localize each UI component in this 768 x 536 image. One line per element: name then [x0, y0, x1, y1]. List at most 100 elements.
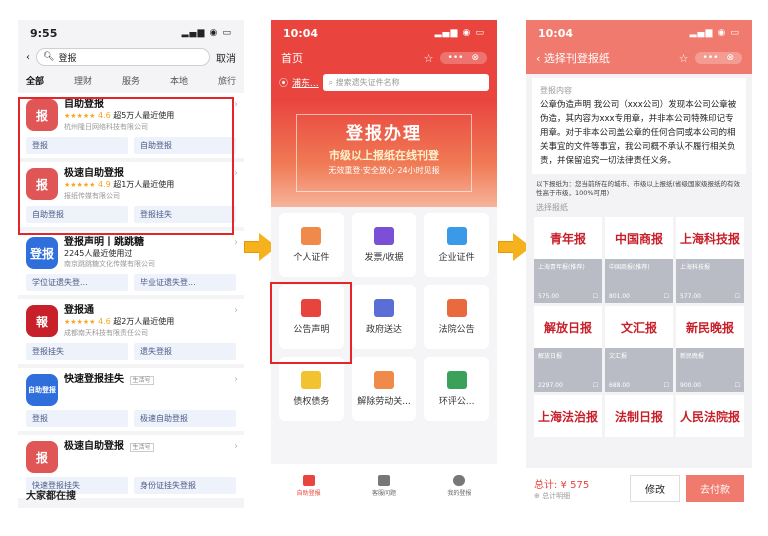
tab-label: 自助登报 [296, 490, 321, 497]
total-amount: 总计: ¥ 575 [534, 479, 590, 491]
service-tile[interactable]: 企业证件 [424, 213, 489, 277]
search-icon: ⌕ [328, 78, 336, 87]
service-tile[interactable]: 法院公告 [424, 285, 489, 349]
back-icon[interactable]: ‹ [26, 52, 30, 63]
tile-label: 政府送达 [365, 325, 402, 335]
service-tile[interactable]: 环评公... [424, 357, 489, 421]
service-icon [446, 299, 467, 317]
checkout-bar: 总计: ¥ 575 ⊕ 总计明细 修改 去付款 [526, 468, 752, 508]
newspaper-card[interactable]: 青年报 上海青年报(推荐) 575.00 ☐ [534, 217, 602, 303]
menu-capsule[interactable]: ••• ⊗ [439, 52, 487, 64]
service-tile[interactable]: 发票/收据 [351, 213, 417, 277]
newspaper-info: 上海青年报(推荐) 575.00 ☐ [534, 259, 602, 303]
list-item[interactable]: › 自助登报 快速登报挂失 生活号 登报 极速自助登报 [18, 368, 244, 431]
checkbox[interactable]: ☐ [593, 382, 598, 389]
checkbox[interactable]: ☐ [664, 293, 669, 300]
chat-icon [377, 475, 390, 486]
users: 2245人最近使用过 [64, 249, 133, 258]
newspaper-card[interactable]: 新民晚报 新民晚报 900.00 ☐ [676, 306, 744, 392]
tag-link[interactable]: 极速自助登报 [134, 410, 236, 427]
newspaper-price: 2297.00 [538, 382, 563, 389]
menu-capsule[interactable]: ••• ⊗ [694, 52, 742, 64]
choose-label: 选择报纸 [536, 203, 568, 212]
app-name: 极速自助登报 [64, 441, 124, 452]
checkbox[interactable]: ☐ [735, 293, 740, 300]
checkbox[interactable]: ☐ [735, 382, 740, 389]
banner[interactable]: 登报办理 市级以上报纸在线刊登 无效重登·安全放心·24小时见报 [271, 99, 497, 207]
search-input[interactable]: 🔍︎ 登报 [36, 48, 210, 66]
location-text[interactable]: 浦东... [292, 76, 319, 89]
banner-tagline: 无效重登·安全放心·24小时见报 [328, 166, 440, 175]
phone-home: 10:04 ▂▄▆ ◉ ▭ 首页 ☆ ••• ⊗ ⦿ 浦东... ⌕ 搜索遗失证件… [271, 20, 497, 508]
service-icon [373, 299, 394, 317]
tab-category[interactable]: 理财 [74, 74, 92, 87]
location-row: ⦿ 浦东... ⌕ 搜索遗失证件名称 [271, 70, 497, 99]
tag-link[interactable]: 毕业证遗失登... [134, 274, 236, 291]
service-tile[interactable]: 政府送达 [351, 285, 417, 349]
newspaper-info: 上海科技报 577.00 ☐ [676, 259, 744, 303]
search-input[interactable]: ⌕ 搜索遗失证件名称 [322, 74, 489, 91]
service-icon [446, 227, 467, 245]
more-icon[interactable]: ••• [448, 53, 464, 63]
tab-category[interactable]: 服务 [122, 74, 140, 87]
content-label: 登报内容 [540, 86, 572, 95]
highlight-box [270, 282, 352, 364]
newspaper-card[interactable]: 文汇报 文汇报 688.00 ☐ [605, 306, 673, 392]
newspaper-card[interactable]: 上海科技报 上海科技报 577.00 ☐ [676, 217, 744, 303]
tab-mine[interactable]: 我的登报 [447, 475, 471, 497]
tag-link[interactable]: 身份证挂失登报 [134, 477, 236, 494]
checkbox[interactable]: ☐ [593, 293, 598, 300]
bottom-tab-bar: 自助登报 客服问题 我的登报 [271, 464, 497, 508]
list-item[interactable]: › 登报 登报声明丨跳跳糖 2245人最近使用过 南京跳跳糖文化传媒有限公司 学… [18, 231, 244, 295]
newspaper-price: 900.00 [680, 382, 701, 389]
newspaper-grid: 青年报 上海青年报(推荐) 575.00 ☐ 中国商报 中国商报(推荐) 801.… [526, 215, 752, 439]
total-detail[interactable]: ⊕ 总计明细 [534, 491, 624, 501]
footer-title: 大家都在搜 [26, 491, 76, 502]
signal-icons: ▂▄▆ ◉ ▭ [181, 28, 232, 38]
banner-subtitle: 市级以上报纸在线刊登 [329, 149, 439, 162]
tag-link[interactable]: 登报挂失 [26, 343, 128, 360]
status-bar: 9:55 ▂▄▆ ◉ ▭ [18, 20, 244, 46]
tab-category[interactable]: 全部 [26, 74, 44, 87]
newspaper-card[interactable]: 人民法院报 [676, 395, 744, 437]
more-icon[interactable]: ••• [703, 53, 719, 63]
back-icon[interactable]: ‹ [536, 52, 544, 65]
close-icon[interactable]: ⊗ [471, 53, 479, 63]
close-icon[interactable]: ⊗ [726, 53, 734, 63]
tab-category[interactable]: 旅行 [218, 74, 236, 87]
service-tile[interactable]: 解除劳动关... [351, 357, 417, 421]
app-name: 快速登报挂失 [64, 374, 124, 385]
newspaper-name: 中国商报(推荐) [609, 264, 650, 271]
edit-button[interactable]: 修改 [630, 474, 680, 502]
list-item[interactable]: › 報 登报通 ★★★★★ 4.6 超2万人最近使用 成都南天科技有限责任公司 … [18, 299, 244, 364]
star-icon[interactable]: ☆ [679, 52, 689, 65]
tag-link[interactable]: 遗失登报 [134, 343, 236, 360]
newspaper-price: 688.00 [609, 382, 630, 389]
tag-link[interactable]: 学位证遗失登... [26, 274, 128, 291]
newspaper-card[interactable]: 上海法治报 [534, 395, 602, 437]
tag-link[interactable]: 登报 [26, 410, 128, 427]
tab-label: 我的登报 [447, 490, 472, 497]
newspaper-price: 577.00 [680, 293, 701, 300]
newspaper-card[interactable]: 中国商报 中国商报(推荐) 801.00 ☐ [605, 217, 673, 303]
masthead: 解放日报 [543, 320, 592, 335]
masthead: 上海法治报 [537, 409, 598, 424]
star-icon[interactable]: ☆ [424, 52, 434, 65]
tab-category[interactable]: 本地 [170, 74, 188, 87]
masthead: 文汇报 [620, 320, 657, 335]
rating-stars-icon: ★★★★★ [64, 318, 96, 326]
location-icon: ⦿ [279, 79, 289, 89]
cancel-button[interactable]: 取消 [216, 50, 236, 65]
checkbox[interactable]: ☐ [664, 382, 669, 389]
newspaper-card[interactable]: 法制日报 [605, 395, 673, 437]
service-tile[interactable]: 债权债务 [279, 357, 344, 421]
newspaper-card[interactable]: 解放日报 解放日报 2297.00 ☐ [534, 306, 602, 392]
service-tile[interactable]: 个人证件 [279, 213, 344, 277]
company: 南京跳跳糖文化传媒有限公司 [64, 260, 155, 268]
tab-service[interactable]: 客服问题 [372, 475, 396, 497]
chevron-right-icon: › [234, 441, 238, 452]
search-value: 登报 [58, 53, 77, 64]
signal-icons: ▂▄▆ ◉ ▭ [689, 28, 740, 38]
tab-self-publish[interactable]: 自助登报 [297, 475, 321, 497]
pay-button[interactable]: 去付款 [686, 474, 744, 502]
